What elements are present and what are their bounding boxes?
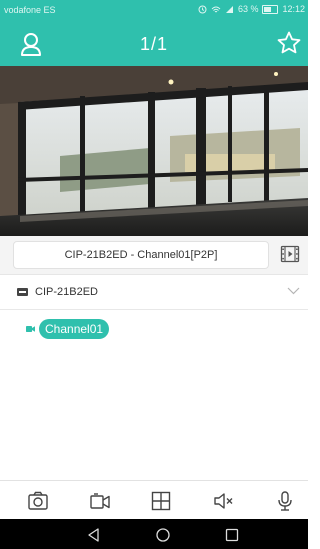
bottom-toolbar	[0, 480, 308, 520]
back-icon[interactable]	[86, 527, 102, 543]
wifi-icon	[211, 6, 221, 12]
grid-icon[interactable]	[150, 490, 172, 512]
signal-icon	[225, 5, 233, 13]
battery-percent: 63 %	[237, 4, 259, 14]
camera-video-feed[interactable]	[0, 66, 308, 236]
clock: 12:12	[282, 4, 305, 14]
recents-icon[interactable]	[224, 527, 240, 543]
channel-label[interactable]: Channel01	[39, 319, 110, 339]
camera-scene-image	[0, 66, 308, 236]
film-icon[interactable]	[280, 244, 300, 264]
page-title: 1/1	[139, 34, 169, 54]
channel-list-item[interactable]: Channel01	[26, 319, 110, 339]
mute-icon[interactable]	[212, 490, 234, 512]
star-icon[interactable]	[276, 30, 302, 56]
app-header: 1/1	[0, 20, 308, 66]
selected-channel-chip[interactable]: CIP-21B2ED - Channel01[P2P]	[13, 241, 269, 269]
camera-channel-icon	[26, 326, 35, 332]
status-bar: vodafone ES 63 % 12:12	[0, 0, 308, 20]
chevron-down-icon[interactable]	[287, 287, 300, 295]
home-icon[interactable]	[155, 527, 171, 543]
device-selector-bar: CIP-21B2ED - Channel01[P2P]	[0, 236, 308, 275]
status-icons: 63 % 12:12	[198, 4, 305, 14]
carrier-name: vodafone ES	[4, 5, 56, 15]
device-list-item[interactable]: CIP-21B2ED	[0, 275, 308, 310]
snapshot-icon[interactable]	[27, 490, 49, 512]
device-name: CIP-21B2ED	[35, 286, 98, 298]
device-icon	[17, 288, 28, 296]
battery-icon	[262, 4, 279, 14]
microphone-icon[interactable]	[274, 490, 296, 512]
system-navigation-bar	[0, 519, 308, 549]
record-icon[interactable]	[89, 490, 111, 512]
alarm-icon	[198, 5, 207, 13]
